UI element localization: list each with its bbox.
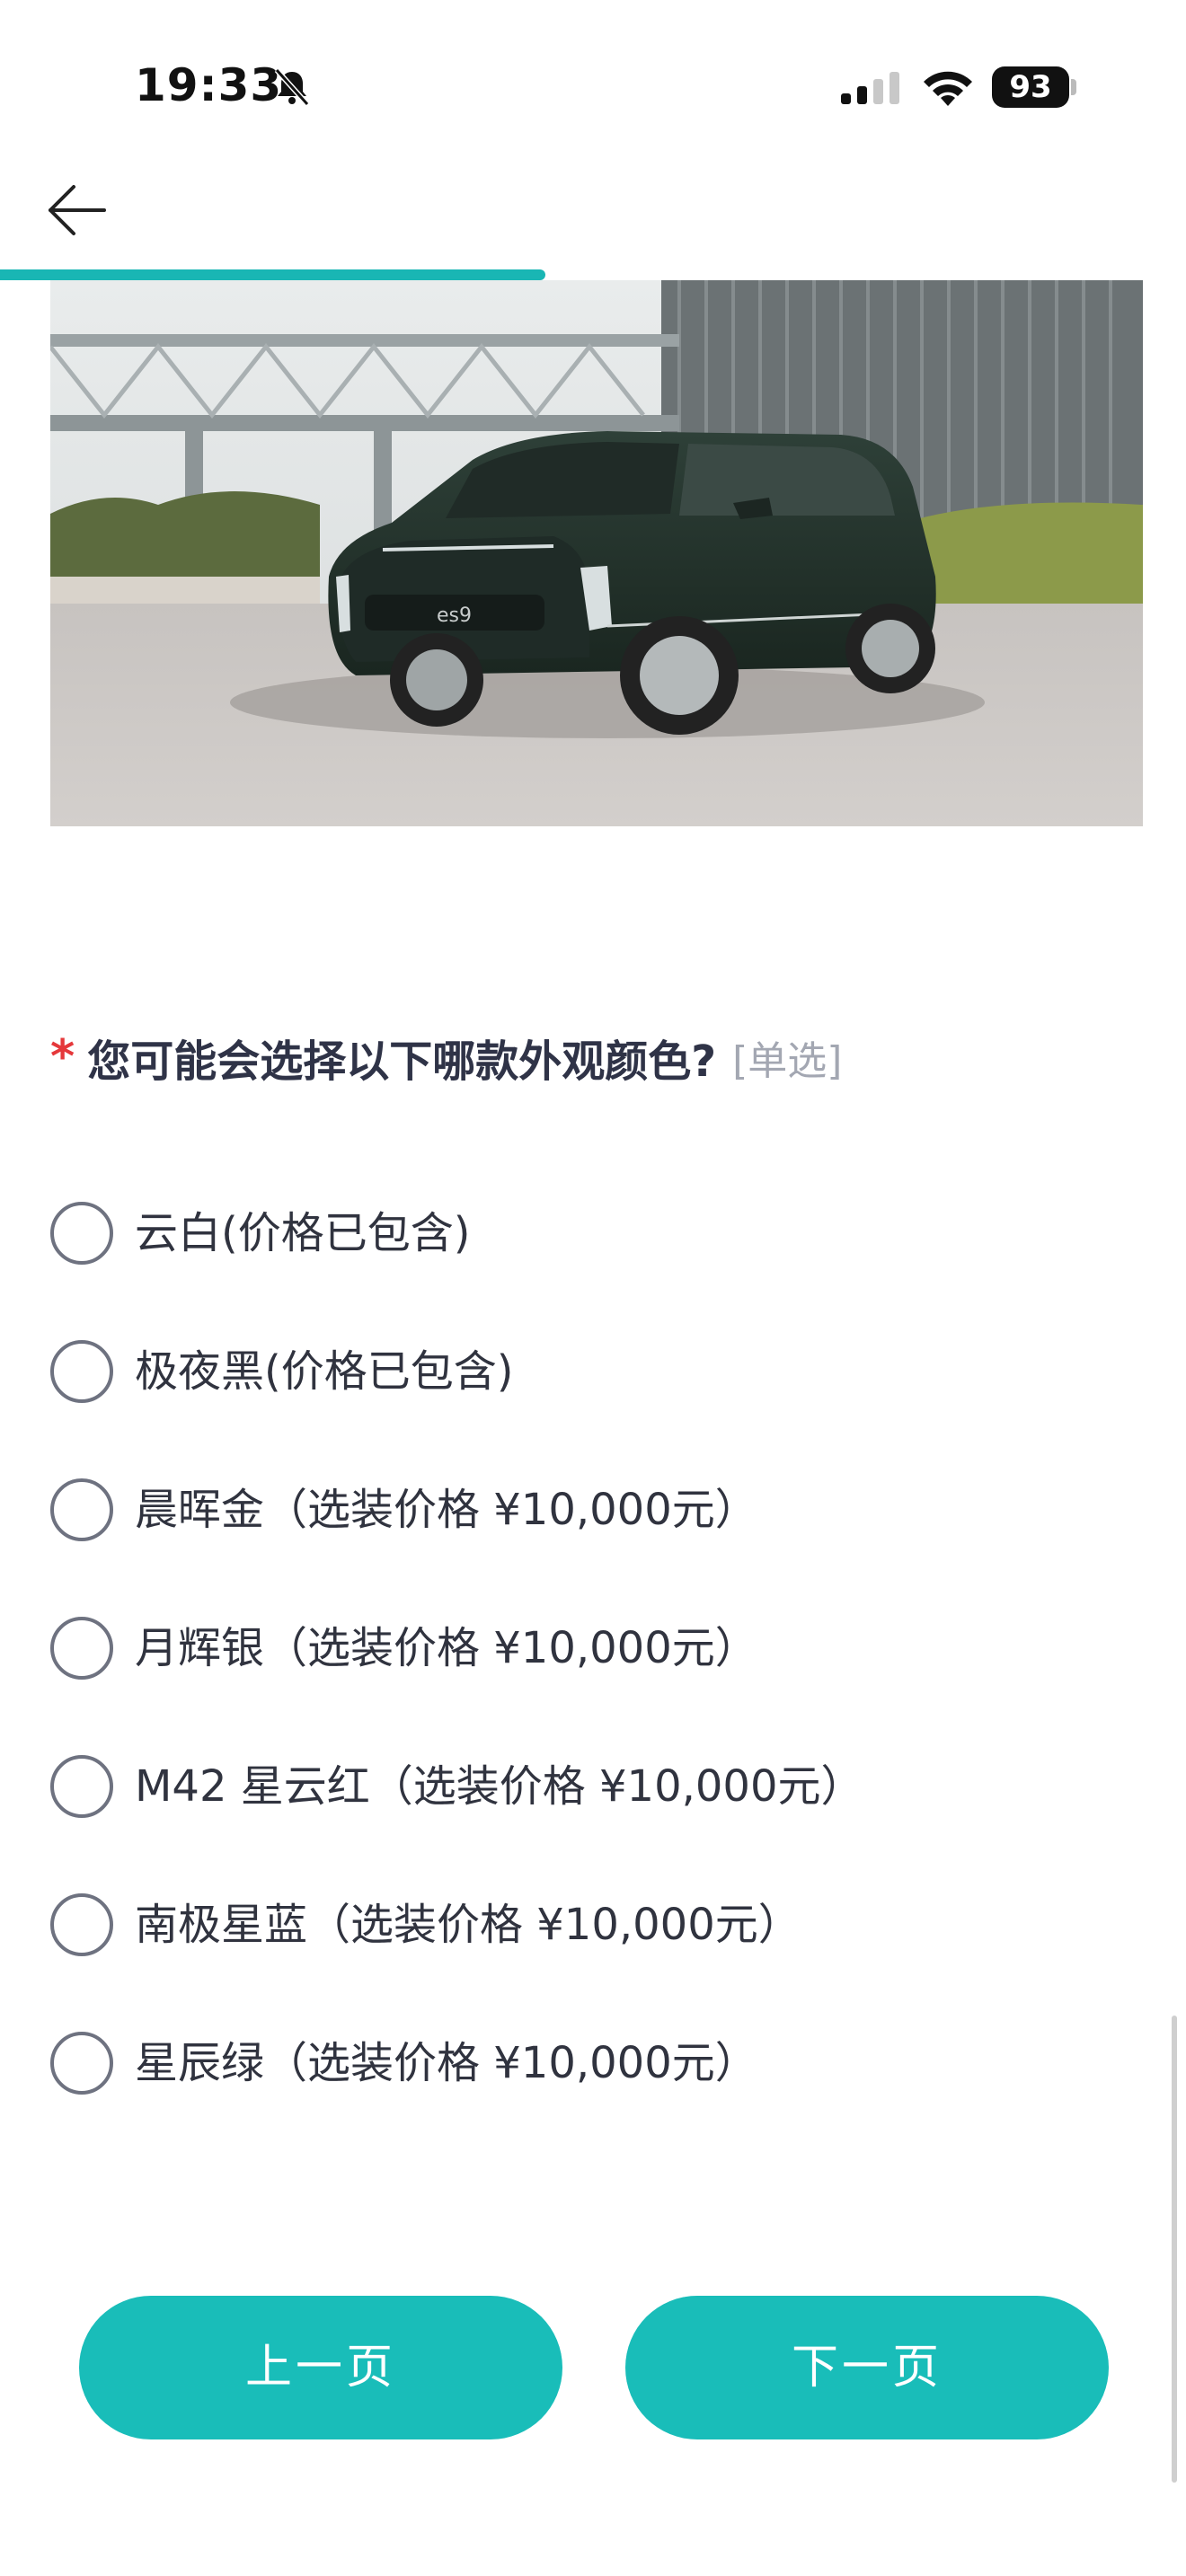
option-label: 云白(价格已包含) [135,1208,471,1258]
option-item[interactable]: 南极星蓝（选装价格 ¥10,000元） [50,1893,1128,2032]
radio-button[interactable] [50,1617,113,1680]
option-item[interactable]: 云白(价格已包含) [50,1202,1128,1340]
svg-text:es9: es9 [437,604,472,627]
option-label: 极夜黑(价格已包含) [135,1346,514,1397]
option-label: 星辰绿（选装价格 ¥10,000元） [135,2038,758,2088]
question-type-tag: [单选] [732,1038,843,1084]
car-image: es9 [50,280,1143,826]
arrow-left-icon[interactable] [45,178,110,243]
option-item[interactable]: 月辉银（选装价格 ¥10,000元） [50,1617,1128,1755]
radio-button[interactable] [50,1755,113,1818]
status-time: 19:33 [135,59,283,111]
option-item[interactable]: M42 星云红（选装价格 ¥10,000元） [50,1755,1128,1893]
option-item[interactable]: 极夜黑(价格已包含) [50,1340,1128,1478]
option-item[interactable]: 星辰绿（选装价格 ¥10,000元） [50,2032,1128,2170]
options-list: 云白(价格已包含) 极夜黑(价格已包含) 晨晖金（选装价格 ¥10,000元） … [50,1202,1128,2170]
next-page-button[interactable]: 下一页 [625,2296,1109,2439]
battery-icon: 93 [992,66,1069,108]
option-item[interactable]: 晨晖金（选装价格 ¥10,000元） [50,1478,1128,1617]
option-label: M42 星云红（选装价格 ¥10,000元） [135,1761,864,1812]
scrollbar[interactable] [1172,2016,1177,2483]
option-label: 月辉银（选装价格 ¥10,000元） [135,1623,758,1673]
radio-button[interactable] [50,1893,113,1956]
radio-button[interactable] [50,2032,113,2095]
radio-button[interactable] [50,1340,113,1403]
option-label: 晨晖金（选装价格 ¥10,000元） [135,1485,758,1535]
radio-button[interactable] [50,1478,113,1541]
progress-bar [0,269,1186,280]
radio-button[interactable] [50,1202,113,1265]
option-label: 南极星蓝（选装价格 ¥10,000元） [135,1900,801,1950]
progress-fill [0,269,546,280]
wifi-icon [924,71,972,106]
prev-page-button[interactable]: 上一页 [79,2296,562,2439]
battery-cap [1071,79,1076,95]
signal-icon [841,72,899,104]
required-mark: * [50,1030,75,1084]
mute-icon [274,67,310,107]
question-text: 您可能会选择以下哪款外观颜色? [87,1037,717,1087]
question-title: * 您可能会选择以下哪款外观颜色? [单选] [50,1026,1128,1089]
